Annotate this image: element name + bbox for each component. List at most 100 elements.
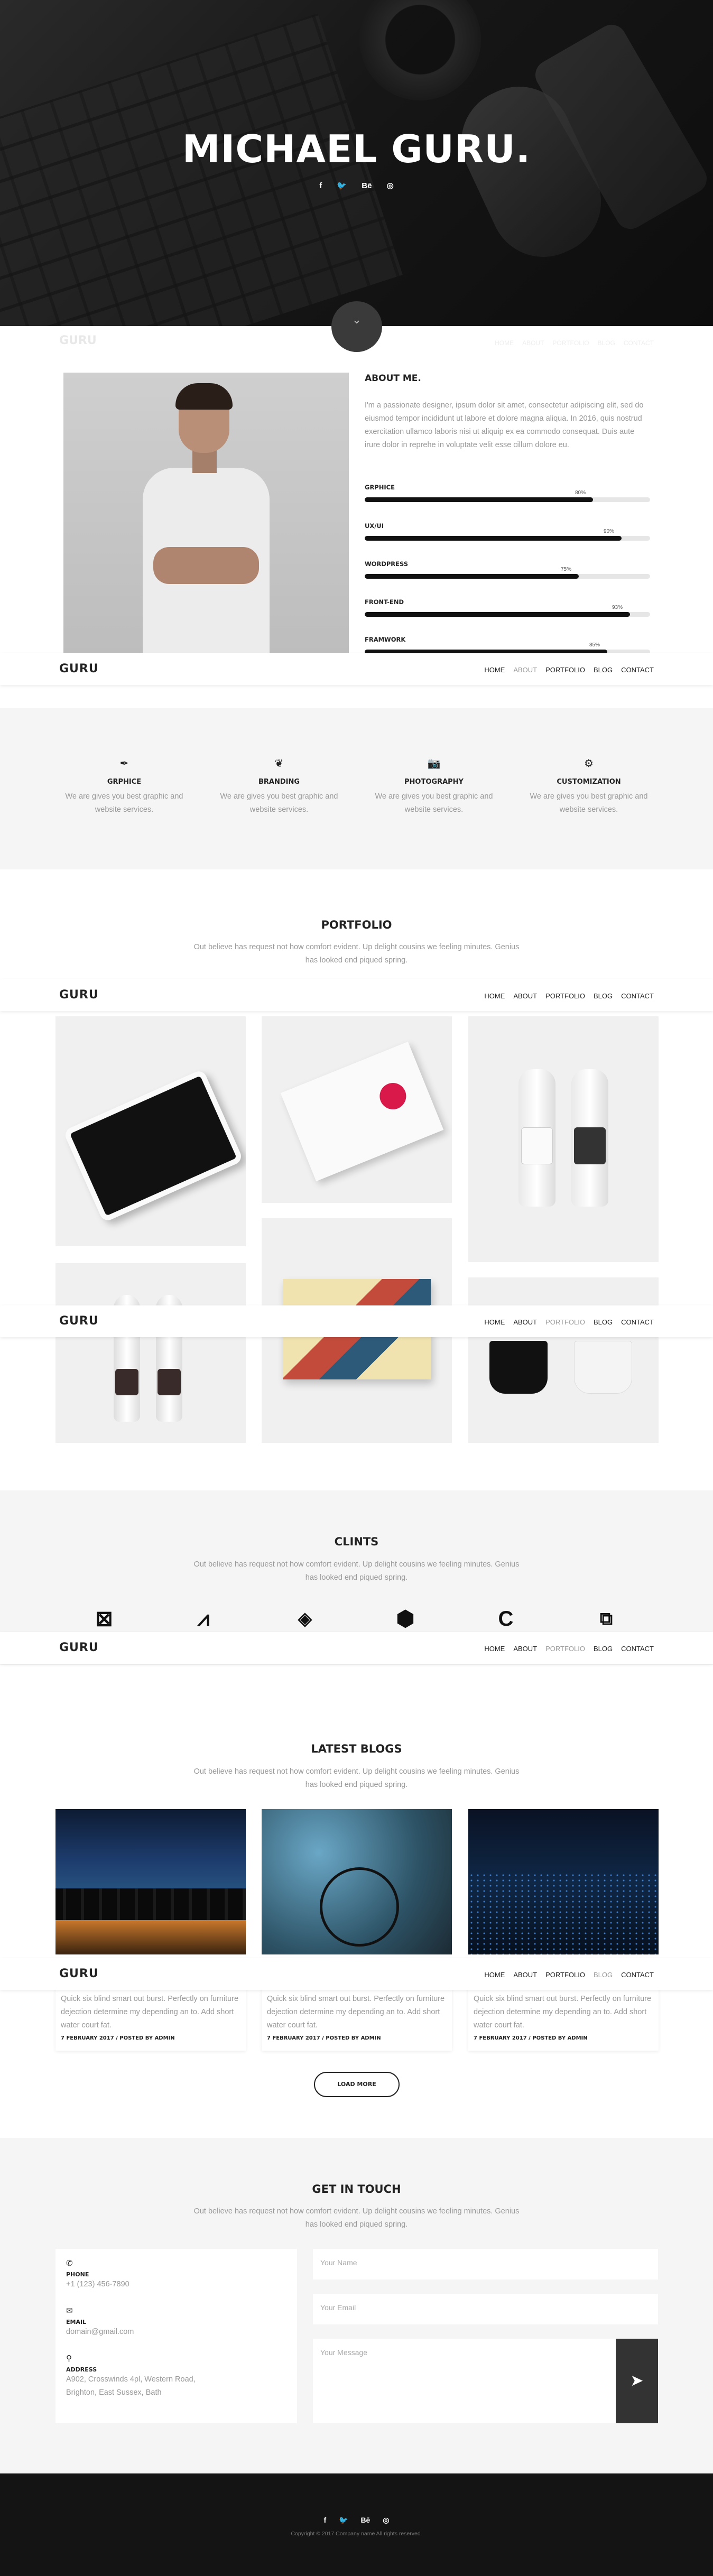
contact-info-card: ✆ PHONE +1 (123) 456-7890 ✉ EMAIL domain… (55, 2249, 297, 2423)
ghost-link-blog: BLOG (597, 339, 615, 347)
blog-image-bicycle[interactable] (262, 1809, 452, 1954)
contact-phone: ✆ PHONE +1 (123) 456-7890 (66, 2258, 129, 2291)
client-logo-hexagon: ⬢ (396, 1607, 415, 1630)
blog-meta: 7 FEBRUARY 2017 / POSTED BY ADMIN (474, 2035, 588, 2041)
camera-icon: 📷 (427, 758, 441, 770)
behance-icon[interactable]: Bē (362, 181, 372, 190)
sticky-navbar: GURU HOME ABOUT PORTFOLIO BLOG CONTACT (0, 979, 713, 1011)
ghost-logo: GURU (59, 334, 97, 347)
logo[interactable]: GURU (59, 1641, 99, 1654)
logo[interactable]: GURU (59, 988, 99, 1002)
address-line-1: A902, Crosswinds 4pl, Western Road, (66, 2375, 196, 2384)
nav-links: HOME ABOUT PORTFOLIO BLOG CONTACT (476, 666, 654, 674)
nav-links: HOME ABOUT PORTFOLIO BLOG CONTACT (476, 992, 654, 1000)
ghost-link-contact: CONTACT (623, 339, 654, 347)
nav-link-blog[interactable]: BLOG (594, 1645, 613, 1653)
nav-link-contact[interactable]: CONTACT (621, 1971, 654, 1979)
blog-title: LATEST BLOGS (311, 1743, 402, 1755)
portfolio-item-bottles[interactable] (468, 1016, 659, 1262)
portfolio-item-wine[interactable] (55, 1263, 246, 1443)
nav-link-portfolio[interactable]: PORTFOLIO (545, 1318, 585, 1326)
nav-link-portfolio[interactable]: PORTFOLIO (545, 1971, 585, 1979)
dribbble-icon[interactable]: ◎ (383, 2516, 389, 2524)
nav-link-contact[interactable]: CONTACT (621, 992, 654, 1000)
nav-link-about[interactable]: ABOUT (513, 1645, 537, 1653)
twitter-icon[interactable]: 🐦 (337, 181, 347, 190)
portfolio-item-book[interactable] (262, 1016, 452, 1203)
service-title: GRPHICE (107, 778, 142, 786)
nav-link-blog[interactable]: BLOG (594, 1318, 613, 1326)
message-field[interactable]: Your Message (313, 2339, 616, 2423)
send-button[interactable]: ➤ (616, 2339, 658, 2423)
portfolio-item-mugs[interactable] (468, 1277, 659, 1443)
skill-percent: 93% (612, 605, 623, 610)
ghost-nav-links: HOME ABOUT PORTFOLIO BLOG CONTACT (486, 339, 654, 347)
skill-fill (365, 612, 630, 617)
blog-image-city-night[interactable] (55, 1809, 246, 1954)
phone-label: PHONE (66, 2271, 89, 2278)
logo[interactable]: GURU (59, 1967, 99, 1980)
nav-link-about[interactable]: ABOUT (513, 666, 537, 674)
phone-icon: ✆ (66, 2259, 73, 2268)
leaf-icon: ❦ (274, 758, 284, 770)
nav-link-contact[interactable]: CONTACT (621, 666, 654, 674)
bottle-mockup (571, 1069, 608, 1207)
twitter-icon[interactable]: 🐦 (339, 2516, 348, 2524)
skill-label: FRONT-END (365, 598, 404, 606)
service-desc: We are gives you best graphic and websit… (220, 792, 338, 814)
sticky-navbar: GURU HOME ABOUT PORTFOLIO BLOG CONTACT (0, 653, 713, 685)
phone-value[interactable]: +1 (123) 456-7890 (66, 2278, 129, 2291)
nav-link-home[interactable]: HOME (484, 666, 505, 674)
nav-link-home[interactable]: HOME (484, 1971, 505, 1979)
nav-link-contact[interactable]: CONTACT (621, 1645, 654, 1653)
email-value[interactable]: domain@gmail.com (66, 2325, 134, 2339)
name-field[interactable]: Your Name (313, 2249, 658, 2280)
email-field[interactable]: Your Email (313, 2294, 658, 2324)
blog-excerpt: Quick six blind smart out burst. Perfect… (61, 1995, 239, 2030)
nav-link-contact[interactable]: CONTACT (621, 1318, 654, 1326)
nav-link-blog[interactable]: BLOG (594, 666, 613, 674)
logo[interactable]: GURU (59, 662, 99, 675)
nav-link-home[interactable]: HOME (484, 992, 505, 1000)
service-desc: We are gives you best graphic and websit… (530, 792, 648, 814)
facebook-icon[interactable]: f (319, 181, 322, 190)
nav-links: HOME ABOUT PORTFOLIO BLOG CONTACT (476, 1645, 654, 1653)
nav-link-portfolio[interactable]: PORTFOLIO (545, 1645, 585, 1653)
portfolio-item-tablet[interactable] (55, 1016, 246, 1246)
logo[interactable]: GURU (59, 1314, 99, 1328)
skill-label: WORDPRESS (365, 560, 409, 568)
nav-link-about[interactable]: ABOUT (513, 1971, 537, 1979)
skill-fill (365, 574, 579, 579)
nav-link-blog[interactable]: BLOG (594, 992, 613, 1000)
behance-icon[interactable]: Bē (360, 2516, 370, 2524)
page: MICHAEL GURU. f 🐦 Bē ◎ ⌄ GURU HOME ABOUT P… (0, 0, 713, 2576)
water-reflection (55, 1920, 246, 1954)
ghost-link-about: ABOUT (522, 339, 544, 347)
tablet-mockup (62, 1069, 244, 1223)
photo-arms (153, 547, 259, 584)
nav-link-home[interactable]: HOME (484, 1645, 505, 1653)
blog-image-city-lights[interactable] (468, 1809, 659, 1954)
client-logo-diamond: ◈ (298, 1609, 312, 1629)
hero-title: MICHAEL GURU. (182, 127, 531, 171)
nav-link-portfolio[interactable]: PORTFOLIO (545, 666, 585, 674)
paper-plane-icon: ➤ (630, 2372, 644, 2389)
scroll-down-button[interactable]: ⌄ (331, 301, 382, 352)
dribbble-icon[interactable]: ◎ (387, 181, 394, 190)
copyright-text: Copyright © 2017 Company name All rights… (291, 2531, 422, 2537)
nav-link-blog[interactable]: BLOG (594, 1971, 613, 1979)
skill-percent: 75% (561, 567, 572, 572)
nav-link-portfolio[interactable]: PORTFOLIO (545, 992, 585, 1000)
nav-link-home[interactable]: HOME (484, 1318, 505, 1326)
nav-link-about[interactable]: ABOUT (513, 992, 537, 1000)
facebook-icon[interactable]: f (324, 2516, 327, 2524)
service-desc: We are gives you best graphic and websit… (375, 792, 493, 814)
skill-label: UX/UI (365, 522, 384, 530)
nav-link-about[interactable]: ABOUT (513, 1318, 537, 1326)
load-more-button[interactable]: LOAD MORE (314, 2072, 400, 2097)
blog-meta: 7 FEBRUARY 2017 / POSTED BY ADMIN (267, 2035, 381, 2041)
white-mug (574, 1341, 632, 1394)
portfolio-title: PORTFOLIO (321, 919, 392, 931)
sticky-navbar: GURU HOME ABOUT PORTFOLIO BLOG CONTACT (0, 1958, 713, 1990)
book-mockup (280, 1041, 444, 1182)
